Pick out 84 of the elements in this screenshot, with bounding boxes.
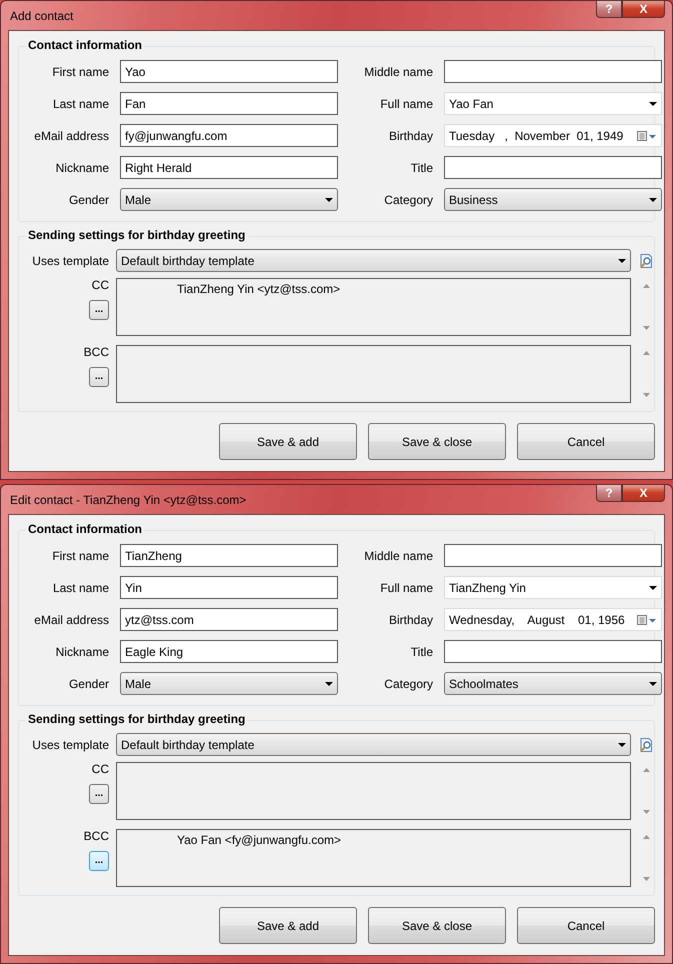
field-label: First name xyxy=(51,548,109,562)
input-field[interactable] xyxy=(444,156,662,179)
input-field[interactable]: TianZheng xyxy=(120,544,338,567)
dropdown-arrow-icon[interactable] xyxy=(649,682,657,686)
field-label: Uses template xyxy=(31,738,109,752)
input-field[interactable]: Eagle King xyxy=(120,640,338,663)
group-title: Sending settings for birthday greeting xyxy=(26,712,248,726)
field-label: eMail address xyxy=(33,612,109,626)
browse-button[interactable]: ... xyxy=(89,784,109,804)
dropdown-select[interactable]: Male xyxy=(120,672,338,695)
combo-box[interactable]: TianZheng Yin xyxy=(444,576,662,599)
field-label: Middle name xyxy=(363,548,433,562)
dropdown-arrow-icon[interactable] xyxy=(618,742,626,746)
field-label: First name xyxy=(51,64,109,78)
input-field[interactable] xyxy=(444,640,662,663)
group-title: Contact information xyxy=(26,38,144,52)
dropdown-arrow-icon[interactable] xyxy=(618,258,626,262)
calendar-dropdown-icon[interactable] xyxy=(637,614,657,626)
field-label: Last name xyxy=(52,580,109,594)
field-label: BCC xyxy=(84,829,109,843)
dropdown-select[interactable]: Default birthday template xyxy=(116,249,631,272)
combo-box[interactable]: Yao Fan xyxy=(444,92,662,115)
recipient-list[interactable]: Yao Fan <fy@junwangfu.com> xyxy=(116,829,631,887)
dialog-button[interactable]: Save & add xyxy=(219,907,357,944)
dialog-button[interactable]: Save & add xyxy=(219,423,357,460)
field-label: Gender xyxy=(68,676,109,690)
field-label: Full name xyxy=(379,96,433,110)
input-field[interactable]: Right Herald xyxy=(120,156,338,179)
field-label: Title xyxy=(410,644,433,658)
field-label: Category xyxy=(383,676,433,690)
field-label: Nickname xyxy=(54,644,109,658)
dropdown-arrow-icon[interactable] xyxy=(325,682,333,686)
group-title: Contact information xyxy=(26,522,144,536)
calendar-dropdown-icon[interactable] xyxy=(637,130,657,142)
field-label: Title xyxy=(410,160,433,174)
input-field[interactable]: ytz@tss.com xyxy=(120,608,338,631)
field-label: Uses template xyxy=(31,254,109,268)
field-label: BCC xyxy=(84,345,109,359)
recipient-list[interactable] xyxy=(116,345,631,403)
date-picker[interactable]: Wednesday, August 01, 1956 xyxy=(444,608,662,631)
close-button[interactable]: X xyxy=(622,484,665,502)
dialog-button[interactable]: Cancel xyxy=(517,423,655,460)
field-label: CC xyxy=(92,762,109,776)
recipient-entry: Yao Fan <fy@junwangfu.com> xyxy=(177,833,342,847)
field-label: Middle name xyxy=(363,64,433,78)
input-field[interactable] xyxy=(444,60,662,83)
field-label: CC xyxy=(92,278,109,292)
dropdown-arrow-icon[interactable] xyxy=(649,586,657,590)
browse-button[interactable]: ... xyxy=(89,851,109,871)
input-field[interactable] xyxy=(444,544,662,567)
dropdown-arrow-icon[interactable] xyxy=(649,198,657,202)
document-search-icon[interactable] xyxy=(638,736,654,752)
window-title: Edit contact - TianZheng Yin <ytz@tss.com> xyxy=(9,492,246,506)
field-label: Full name xyxy=(379,580,433,594)
field-label: Nickname xyxy=(54,160,109,174)
recipient-list[interactable] xyxy=(116,762,631,820)
field-label: Birthday xyxy=(388,612,433,626)
recipient-list[interactable]: TianZheng Yin <ytz@tss.com> xyxy=(116,278,631,336)
field-label: eMail address xyxy=(33,128,109,142)
dialog-button[interactable]: Cancel xyxy=(517,907,655,944)
close-button[interactable]: X xyxy=(622,0,665,18)
dropdown-select[interactable]: Male xyxy=(120,188,338,211)
input-field[interactable]: Fan xyxy=(120,92,338,115)
dropdown-select[interactable]: Business xyxy=(444,188,662,211)
dialog-button[interactable]: Save & close xyxy=(368,423,506,460)
dropdown-select[interactable]: Schoolmates xyxy=(444,672,662,695)
field-label: Birthday xyxy=(388,128,433,142)
field-label: Category xyxy=(383,192,433,206)
dropdown-arrow-icon[interactable] xyxy=(649,102,657,106)
browse-button[interactable]: ... xyxy=(89,300,109,320)
recipient-entry: TianZheng Yin <ytz@tss.com> xyxy=(177,282,342,296)
dropdown-arrow-icon[interactable] xyxy=(325,198,333,202)
dialog-button[interactable]: Save & close xyxy=(368,907,506,944)
field-label: Last name xyxy=(52,96,109,110)
document-search-icon[interactable] xyxy=(638,252,654,268)
input-field[interactable]: Yao xyxy=(120,60,338,83)
field-label: Gender xyxy=(68,192,109,206)
input-field[interactable]: Yin xyxy=(120,576,338,599)
input-field[interactable]: fy@junwangfu.com xyxy=(120,124,338,147)
dropdown-select[interactable]: Default birthday template xyxy=(116,733,631,756)
window-title: Add contact xyxy=(9,8,74,22)
group-title: Sending settings for birthday greeting xyxy=(26,228,248,242)
browse-button[interactable]: ... xyxy=(89,367,109,387)
date-picker[interactable]: Tuesday , November 01, 1949 xyxy=(444,124,662,147)
